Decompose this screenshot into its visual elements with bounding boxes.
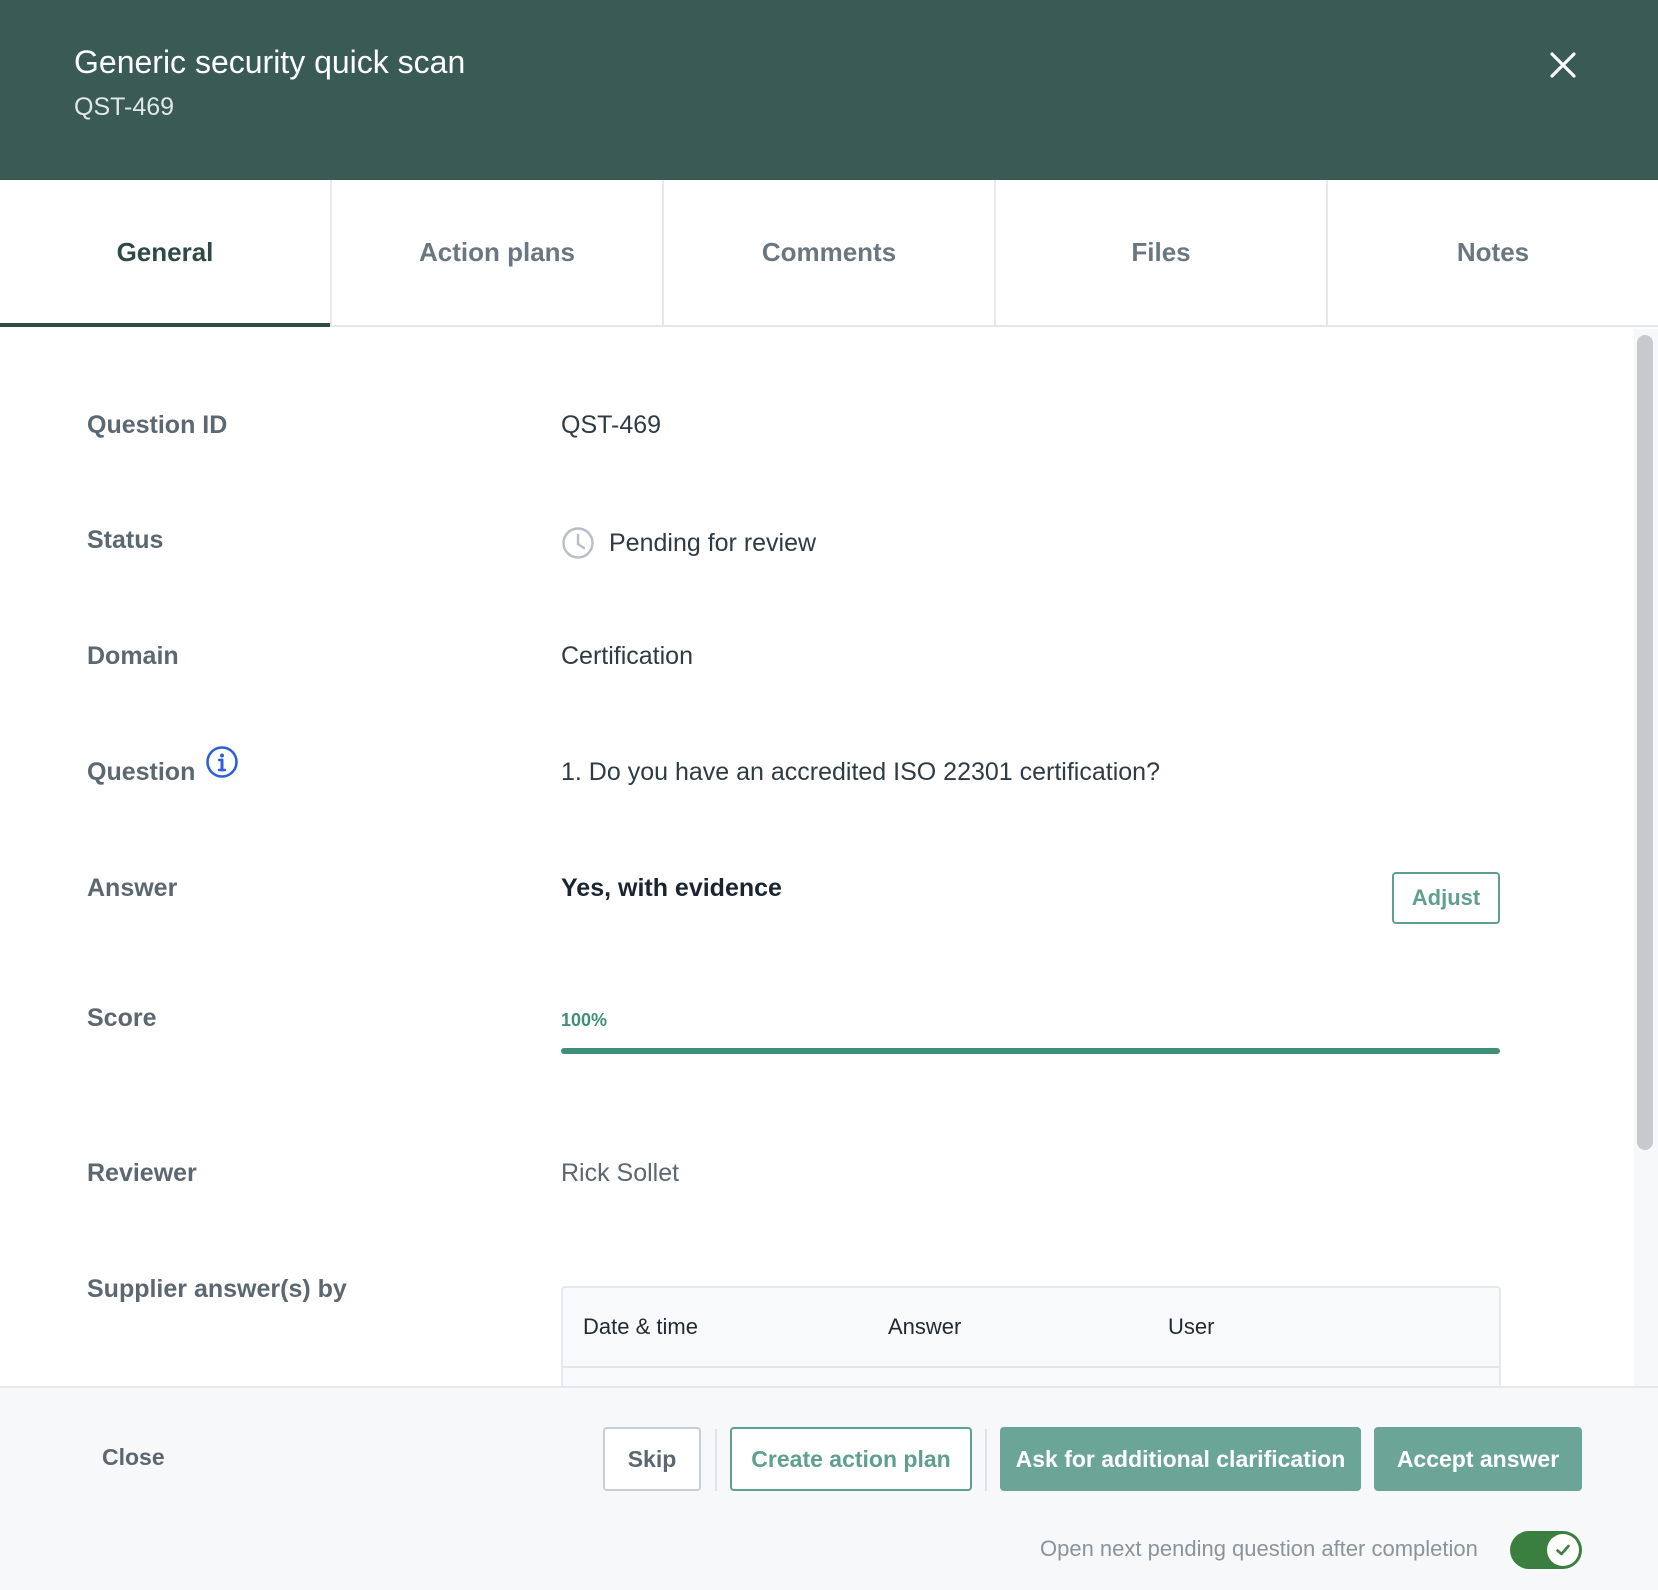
table-header-row: Date & time Answer User — [563, 1288, 1499, 1368]
tab-label: General — [116, 237, 214, 267]
reviewer-label: Reviewer — [87, 1159, 197, 1187]
adjust-button[interactable]: Adjust — [1392, 872, 1500, 924]
status-label: Status — [87, 526, 164, 554]
tab-label: Action plans — [418, 237, 575, 267]
status-value-wrap: Pending for review — [561, 526, 816, 560]
question-id-label: Question ID — [87, 411, 228, 439]
question-id-value: QST-469 — [561, 411, 662, 439]
details-panel: Question ID QST-469 Status Pending for r… — [0, 329, 1630, 1386]
answer-value: Yes, with evidence — [561, 874, 782, 902]
toggle-label: Open next pending question after complet… — [1040, 1536, 1478, 1561]
score-progress-bar — [561, 1048, 1500, 1054]
check-icon — [1556, 1544, 1570, 1556]
tab-label: Files — [1131, 237, 1191, 267]
score-progress-fill — [561, 1048, 1500, 1054]
supplier-answers-table: Date & time Answer User — [561, 1286, 1501, 1386]
tab-files[interactable]: Files — [996, 180, 1328, 325]
tab-label: Comments — [761, 237, 897, 267]
info-icon[interactable] — [205, 745, 239, 779]
skip-button[interactable]: Skip — [603, 1427, 701, 1491]
toggle-knob — [1547, 1534, 1579, 1566]
accept-answer-button[interactable]: Accept answer — [1374, 1427, 1582, 1491]
open-next-toggle[interactable] — [1510, 1531, 1582, 1569]
tab-label: Notes — [1456, 237, 1530, 267]
score-percent-text: 100% — [561, 1010, 608, 1030]
clock-icon — [562, 527, 594, 559]
domain-label: Domain — [87, 642, 179, 670]
question-label: Question — [87, 758, 196, 786]
modal-subtitle: QST-469 — [74, 93, 175, 121]
modal-title: Generic security quick scan — [74, 44, 466, 80]
question-value: 1. Do you have an accredited ISO 22301 c… — [561, 758, 1160, 786]
column-header-answer: Answer — [888, 1314, 962, 1339]
scrollbar-thumb[interactable] — [1637, 335, 1653, 1150]
modal-header: Generic security quick scan QST-469 — [0, 0, 1658, 180]
modal-footer: Close Skip Create action plan Ask for ad… — [0, 1386, 1658, 1590]
close-button[interactable]: Close — [102, 1444, 165, 1471]
status-value: Pending for review — [609, 528, 817, 557]
supplier-answers-label: Supplier answer(s) by — [87, 1275, 347, 1303]
column-header-date-time: Date & time — [583, 1314, 698, 1339]
column-header-user: User — [1168, 1314, 1215, 1339]
close-icon[interactable] — [1546, 48, 1580, 82]
create-action-plan-button[interactable]: Create action plan — [730, 1427, 972, 1491]
answer-label: Answer — [87, 874, 178, 902]
tab-bar: General Action plans Comments Files Note… — [0, 180, 1658, 327]
tab-action-plans[interactable]: Action plans — [332, 180, 664, 325]
ask-clarification-button[interactable]: Ask for additional clarification — [1000, 1427, 1361, 1491]
score-label: Score — [87, 1004, 157, 1032]
tab-general[interactable]: General — [0, 180, 332, 327]
button-divider — [715, 1429, 717, 1491]
reviewer-value: Rick Sollet — [561, 1159, 680, 1187]
domain-value: Certification — [561, 642, 693, 670]
button-divider — [985, 1429, 987, 1491]
tab-notes[interactable]: Notes — [1328, 180, 1658, 325]
tab-comments[interactable]: Comments — [664, 180, 996, 325]
